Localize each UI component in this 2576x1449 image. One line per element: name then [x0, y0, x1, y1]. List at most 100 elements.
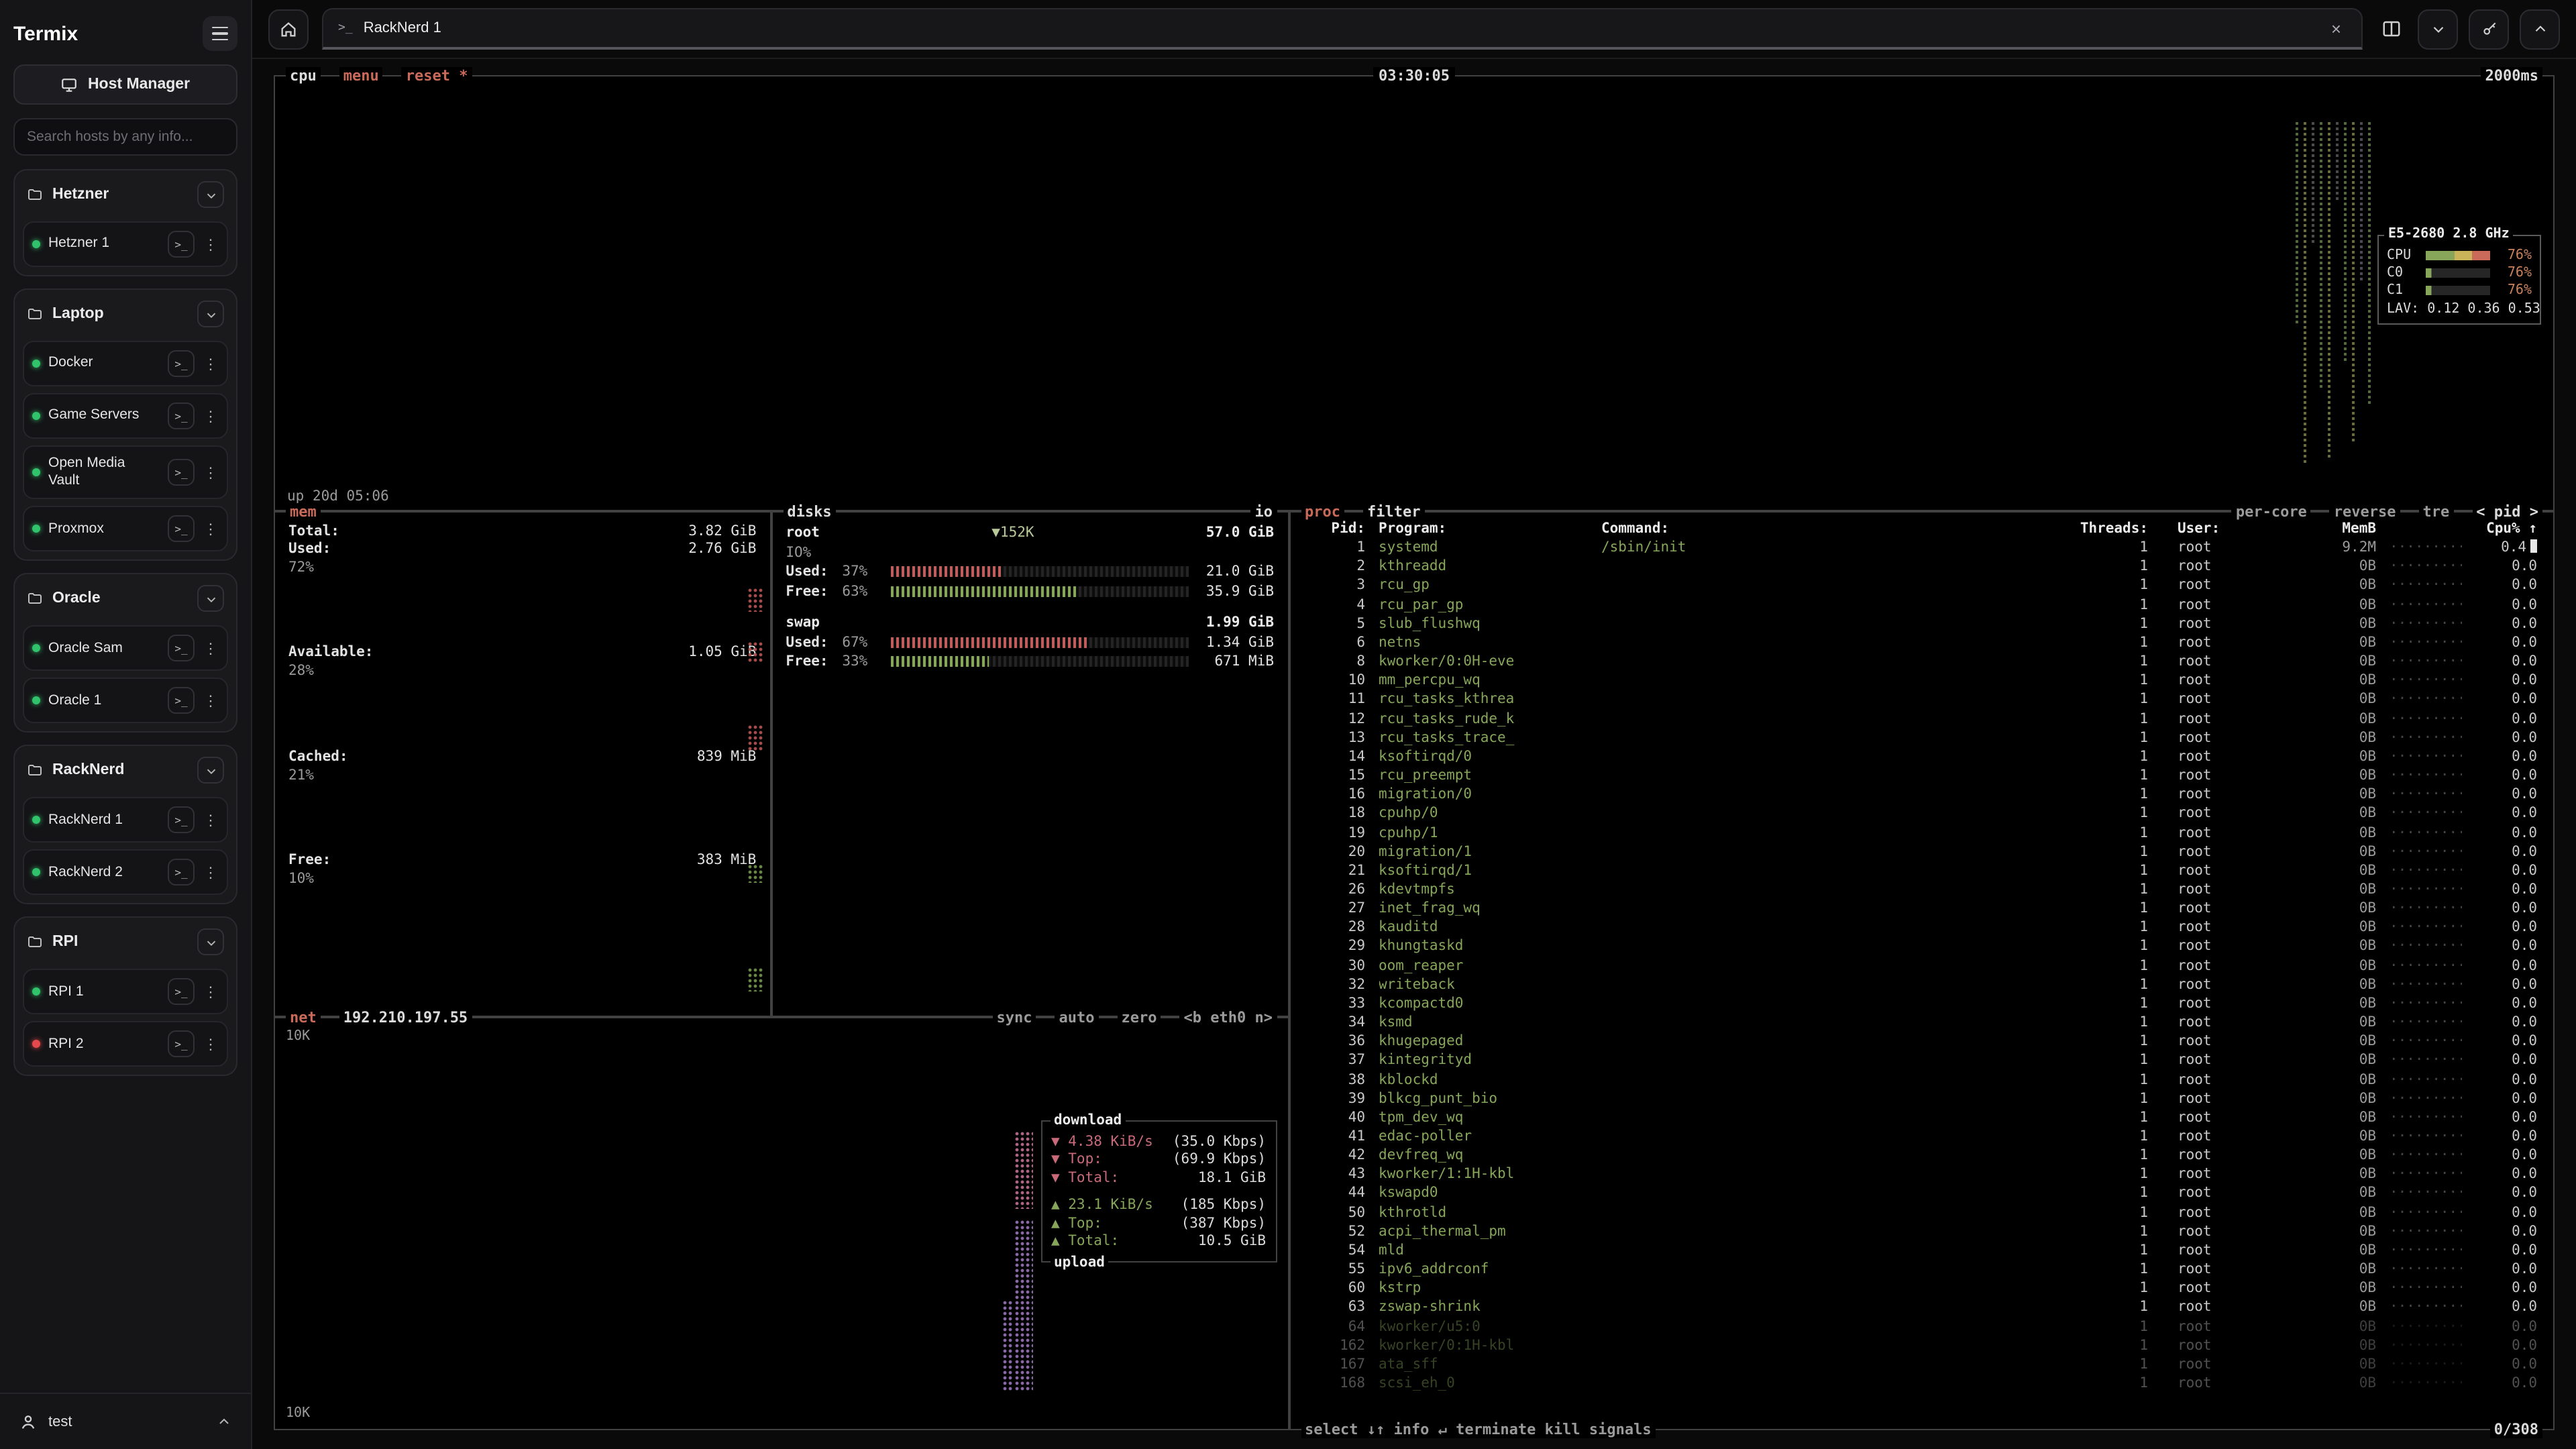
process-row[interactable]: 28kauditd1root0B···········0.0 — [1290, 918, 2553, 937]
host-item[interactable]: Proxmox>_⋮ — [23, 506, 228, 552]
chevron-up-icon[interactable] — [216, 1413, 232, 1430]
process-row[interactable]: 168scsi_eh_01root0B···········0.0 — [1290, 1374, 2553, 1393]
process-row[interactable]: 8kworker/0:0H-eve1root0B···········0.0 — [1290, 652, 2553, 671]
tab-racknerd-1[interactable]: >_ RackNerd 1 × — [322, 8, 2363, 50]
process-row[interactable]: 162kworker/0:1H-kbl1root0B···········0.0 — [1290, 1336, 2553, 1354]
process-row[interactable]: 36khugepaged1root0B···········0.0 — [1290, 1032, 2553, 1051]
host-menu-button[interactable]: ⋮ — [203, 464, 219, 481]
collapse-button[interactable] — [2418, 9, 2458, 49]
group-collapse-button[interactable] — [197, 301, 224, 327]
process-row[interactable]: 18cpuhp/01root0B···········0.0 — [1290, 804, 2553, 823]
process-row[interactable]: 13rcu_tasks_trace_1root0B···········0.0 — [1290, 728, 2553, 747]
col-user[interactable]: User: — [2161, 519, 2274, 538]
process-row[interactable]: 3rcu_gp1root0B···········0.0 — [1290, 576, 2553, 595]
group-header[interactable]: Hetzner — [23, 178, 228, 215]
host-item[interactable]: Game Servers>_⋮ — [23, 393, 228, 439]
host-item[interactable]: RPI 1>_⋮ — [23, 969, 228, 1015]
menu-label[interactable]: menu — [339, 67, 383, 85]
process-row[interactable]: 5slub_flushwq1root0B···········0.0 — [1290, 614, 2553, 633]
host-manager-button[interactable]: Host Manager — [13, 64, 237, 105]
process-row[interactable]: 27inet_frag_wq1root0B···········0.0 — [1290, 899, 2553, 918]
terminal-viewport[interactable]: cpu menu reset * 2000ms 03:30:05 — [252, 59, 2576, 1449]
process-row[interactable]: 50kthrotld1root0B···········0.0 — [1290, 1203, 2553, 1222]
process-row[interactable]: 14ksoftirqd/01root0B···········0.0 — [1290, 747, 2553, 766]
process-row[interactable]: 33kcompactd01root0B···········0.0 — [1290, 994, 2553, 1013]
host-terminal-button[interactable]: >_ — [168, 1031, 195, 1058]
host-menu-button[interactable]: ⋮ — [203, 521, 219, 538]
process-row[interactable]: 55ipv6_addrconf1root0B···········0.0 — [1290, 1260, 2553, 1279]
process-row[interactable]: 11rcu_tasks_kthrea1root0B···········0.0 — [1290, 690, 2553, 709]
group-header[interactable]: RackNerd — [23, 755, 228, 791]
process-row[interactable]: 64kworker/u5:01root0B···········0.0 — [1290, 1317, 2553, 1336]
process-table-header[interactable]: Pid: Program: Command: Threads: User: Me… — [1290, 519, 2553, 538]
expand-button[interactable] — [2520, 9, 2560, 49]
host-menu-button[interactable]: ⋮ — [203, 355, 219, 372]
host-terminal-button[interactable]: >_ — [168, 516, 195, 543]
sidebar-menu-button[interactable] — [203, 16, 237, 51]
group-header[interactable]: RPI — [23, 926, 228, 963]
host-item[interactable]: Oracle 1>_⋮ — [23, 678, 228, 724]
host-item[interactable]: RackNerd 1>_⋮ — [23, 798, 228, 843]
col-pid[interactable]: Pid: — [1306, 519, 1365, 538]
host-menu-button[interactable]: ⋮ — [203, 640, 219, 657]
col-threads[interactable]: Threads: — [2070, 519, 2148, 538]
host-terminal-button[interactable]: >_ — [168, 635, 195, 662]
host-item[interactable]: Oracle Sam>_⋮ — [23, 626, 228, 672]
process-row[interactable]: 16migration/01root0B···········0.0 — [1290, 785, 2553, 804]
process-row[interactable]: 41edac-poller1root0B···········0.0 — [1290, 1127, 2553, 1146]
host-terminal-button[interactable]: >_ — [168, 688, 195, 714]
host-item[interactable]: Hetzner 1>_⋮ — [23, 221, 228, 267]
group-collapse-button[interactable] — [197, 181, 224, 208]
group-header[interactable]: Laptop — [23, 298, 228, 334]
process-row[interactable]: 15rcu_preempt1root0B···········0.0 — [1290, 766, 2553, 785]
process-row[interactable]: 20migration/11root0B···········0.0 — [1290, 842, 2553, 861]
host-terminal-button[interactable]: >_ — [168, 231, 195, 258]
process-row[interactable]: 44kswapd01root0B···········0.0 — [1290, 1184, 2553, 1203]
host-terminal-button[interactable]: >_ — [168, 350, 195, 377]
process-row[interactable]: 167ata_sff1root0B···········0.0 — [1290, 1355, 2553, 1374]
process-row[interactable]: 2kthreadd1root0B···········0.0 — [1290, 557, 2553, 576]
host-menu-button[interactable]: ⋮ — [203, 235, 219, 253]
group-collapse-button[interactable] — [197, 929, 224, 956]
process-row[interactable]: 37kintegrityd1root0B···········0.0 — [1290, 1051, 2553, 1070]
host-item[interactable]: Open Media Vault>_⋮ — [23, 445, 228, 500]
host-terminal-button[interactable]: >_ — [168, 459, 195, 486]
host-item[interactable]: Docker>_⋮ — [23, 341, 228, 386]
col-program[interactable]: Program: — [1379, 519, 1588, 538]
process-row[interactable]: 60kstrp1root0B···········0.0 — [1290, 1279, 2553, 1298]
process-row[interactable]: 10mm_percpu_wq1root0B···········0.0 — [1290, 672, 2553, 690]
host-menu-button[interactable]: ⋮ — [203, 983, 219, 1001]
host-item[interactable]: RackNerd 2>_⋮ — [23, 850, 228, 896]
process-row[interactable]: 1systemd/sbin/init1root9.2M···········0.… — [1290, 538, 2553, 557]
group-header[interactable]: Oracle — [23, 583, 228, 619]
process-row[interactable]: 54mld1root0B···········0.0 — [1290, 1241, 2553, 1260]
host-terminal-button[interactable]: >_ — [168, 979, 195, 1006]
host-terminal-button[interactable]: >_ — [168, 859, 195, 886]
host-menu-button[interactable]: ⋮ — [203, 692, 219, 710]
process-row[interactable]: 30oom_reaper1root0B···········0.0 — [1290, 956, 2553, 975]
sidebar-footer[interactable]: test — [0, 1393, 251, 1449]
refresh-interval[interactable]: 2000ms — [2481, 67, 2543, 85]
process-row[interactable]: 26kdevtmpfs1root0B···········0.0 — [1290, 880, 2553, 899]
process-row[interactable]: 42devfreq_wq1root0B···········0.0 — [1290, 1146, 2553, 1165]
process-row[interactable]: 32writeback1root0B···········0.0 — [1290, 975, 2553, 994]
host-menu-button[interactable]: ⋮ — [203, 407, 219, 425]
process-row[interactable]: 38kblockd1root0B···········0.0 — [1290, 1070, 2553, 1089]
group-collapse-button[interactable] — [197, 757, 224, 784]
col-cpu[interactable]: Cpu% ↑ — [2475, 519, 2537, 538]
process-row[interactable]: 6netns1root0B···········0.0 — [1290, 633, 2553, 652]
home-button[interactable] — [268, 9, 309, 49]
ssh-tools-button[interactable] — [2469, 9, 2509, 49]
host-terminal-button[interactable]: >_ — [168, 402, 195, 429]
group-collapse-button[interactable] — [197, 586, 224, 612]
host-menu-button[interactable]: ⋮ — [203, 1036, 219, 1053]
search-input[interactable] — [13, 118, 237, 156]
tab-close-button[interactable]: × — [2326, 17, 2347, 40]
process-row[interactable]: 39blkcg_punt_bio1root0B···········0.0 — [1290, 1089, 2553, 1108]
process-row[interactable]: 43kworker/1:1H-kbl1root0B···········0.0 — [1290, 1165, 2553, 1184]
process-row[interactable]: 4rcu_par_gp1root0B···········0.0 — [1290, 595, 2553, 614]
process-row[interactable]: 21ksoftirqd/11root0B···········0.0 — [1290, 861, 2553, 880]
process-row[interactable]: 63zswap-shrink1root0B···········0.0 — [1290, 1298, 2553, 1317]
host-item[interactable]: RPI 2>_⋮ — [23, 1022, 228, 1067]
col-command[interactable]: Command: — [1601, 519, 2057, 538]
